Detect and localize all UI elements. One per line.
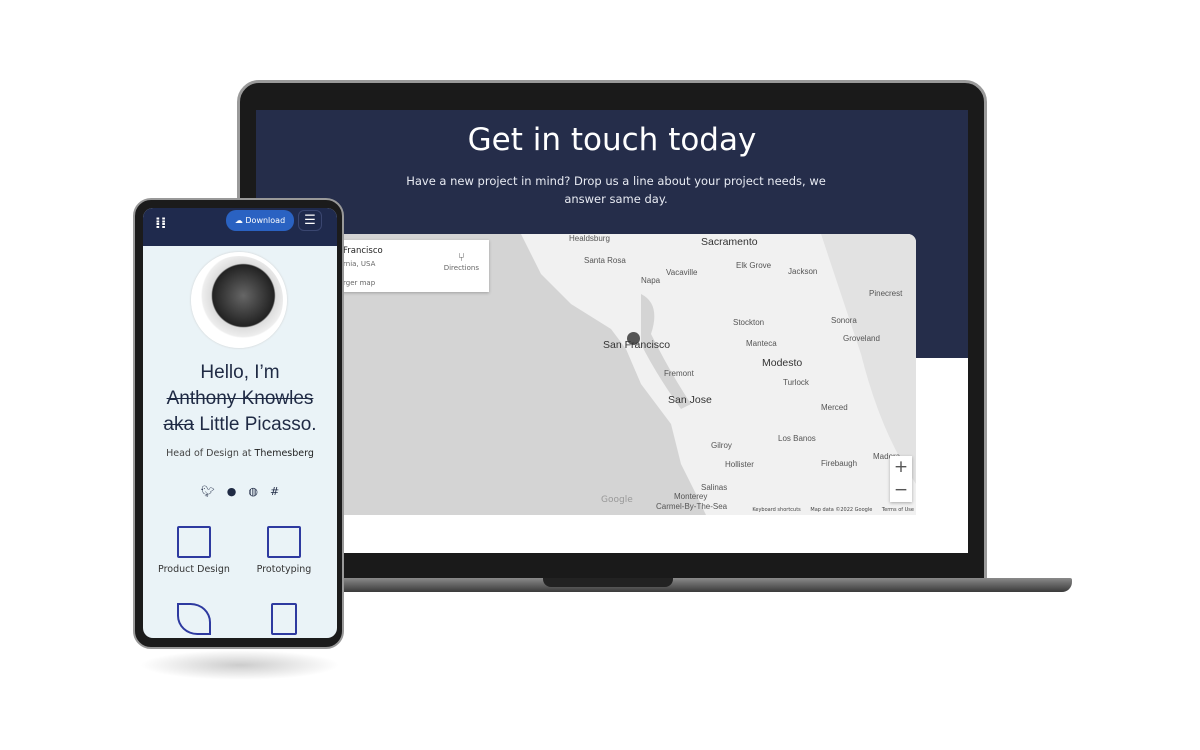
map-label: Elk Grove (736, 261, 772, 270)
product-design-icon (177, 526, 211, 558)
company-text: Themesberg (254, 448, 314, 459)
zoom-in-button[interactable]: + (890, 456, 912, 479)
service-item (149, 603, 239, 638)
map-info-card: Francisco rnia, USA rger map ⑂ Directions (341, 240, 489, 292)
map-label: Turlock (783, 378, 809, 387)
service-prototyping: Prototyping (239, 526, 329, 575)
map-label: Firebaugh (821, 459, 858, 468)
google-logo: Google (601, 495, 633, 505)
phone-screen: ⁞⁞ ☁ Download ☰ Hello, I’m Anthony Knowl… (143, 208, 337, 638)
struck-aka: aka (163, 414, 195, 435)
map-label: Santa Rosa (584, 256, 626, 265)
google-map[interactable]: Sacramento Santa Rosa Healdsburg Napa Va… (341, 234, 916, 515)
laptop-screen: Get in touch today Have a new project in… (256, 110, 968, 553)
map-label: Stockton (733, 318, 765, 327)
map-label: Los Banos (778, 434, 816, 443)
map-footer: Keyboard shortcuts Map data ©2022 Google… (744, 507, 914, 513)
directions-label: Directions (443, 264, 479, 272)
twitter-icon[interactable]: 🐦︎ (201, 485, 215, 498)
hello-text: Hello, I’m (200, 362, 280, 383)
map-label: Merced (821, 403, 848, 412)
phone-navbar: ⁞⁞ ☁ Download ☰ (143, 208, 337, 246)
hero-heading: Hello, I’m Anthony Knowles aka Little Pi… (143, 360, 337, 438)
place-address: rnia, USA (343, 260, 376, 268)
prototyping-icon (267, 526, 301, 558)
page-title: Get in touch today (467, 122, 757, 158)
view-larger-map-link[interactable]: rger map (343, 279, 375, 287)
brand-logo-icon[interactable]: ⁞⁞ (155, 214, 173, 232)
alias-text: Little Picasso. (199, 414, 317, 435)
phone-shadow (140, 650, 340, 680)
zoom-out-button[interactable]: − (890, 479, 912, 502)
menu-button[interactable]: ☰ (298, 210, 322, 231)
map-label: Modesto (762, 357, 803, 369)
map-label: Healdsburg (569, 234, 610, 243)
social-links: 🐦︎ ● ◍ # (143, 485, 337, 498)
role-text: Head of Design at (166, 448, 252, 459)
map-label: Hollister (725, 460, 754, 469)
place-title: Francisco (343, 246, 383, 256)
notebook-icon (271, 603, 297, 635)
service-product-design: Product Design (149, 526, 239, 575)
map-label: Napa (641, 276, 661, 285)
map-label: San Jose (668, 394, 712, 406)
service-label: Prototyping (256, 564, 312, 575)
page-subtitle: Have a new project in mind? Drop us a li… (406, 174, 826, 206)
map-label: Pinecrest (869, 289, 903, 298)
origami-bird-icon (177, 603, 211, 635)
map-label: San Francisco (603, 339, 671, 351)
terms-link[interactable]: Terms of Use (882, 507, 914, 513)
map-label: Carmel-By-The-Sea (656, 502, 728, 511)
keyboard-shortcuts-link[interactable]: Keyboard shortcuts (752, 507, 800, 513)
directions-icon: ⑂ (457, 250, 465, 264)
job-title: Head of Design at Themesberg (143, 448, 337, 459)
map-label: Sacramento (701, 236, 758, 248)
hamburger-icon: ☰ (304, 213, 316, 228)
struck-name: Anthony Knowles (166, 388, 314, 409)
map-label: Groveland (843, 334, 880, 343)
map-label: Monterey (674, 492, 708, 501)
map-label: Salinas (701, 483, 728, 492)
zoom-controls: + − (890, 456, 912, 502)
slack-icon[interactable]: # (270, 485, 279, 498)
download-button[interactable]: ☁ Download (226, 210, 294, 231)
map-label: Sonora (831, 316, 857, 325)
service-label: Product Design (158, 564, 230, 575)
map-label: Jackson (788, 267, 818, 276)
map-label: Vacaville (666, 268, 698, 277)
map-label: Gilroy (711, 441, 732, 450)
map-data-label: Map data ©2022 Google (810, 507, 873, 513)
laptop-notch (543, 578, 673, 587)
avatar (191, 252, 287, 348)
github-icon[interactable]: ● (227, 485, 237, 498)
directions-button[interactable]: ⑂ Directions (444, 250, 479, 272)
cloud-download-icon: ☁ (234, 216, 246, 225)
map-label: Fremont (664, 369, 694, 378)
download-label: Download (245, 216, 286, 225)
dribbble-icon[interactable]: ◍ (248, 485, 258, 498)
service-item (239, 603, 329, 638)
map-label: Manteca (746, 339, 777, 348)
